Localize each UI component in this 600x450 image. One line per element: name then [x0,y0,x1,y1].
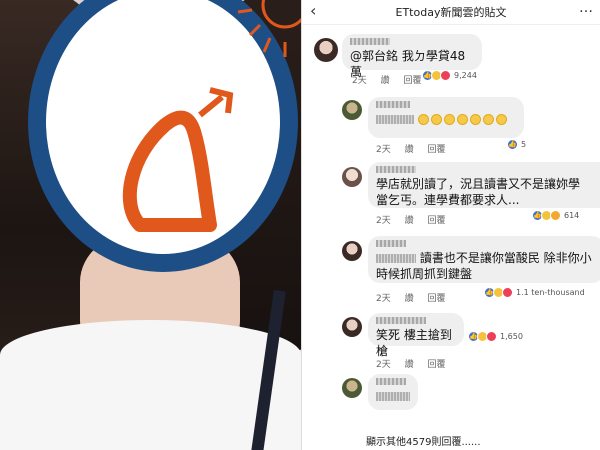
reaction-count: 9,244 [454,71,477,80]
like-link[interactable]: 讚 [405,360,414,370]
reactions[interactable]: 👍 1,650 [468,331,523,342]
comment-text-line2: 當乞丐。連學費都要求人... [376,193,520,207]
commenter-name[interactable] [376,166,600,176]
wow-icon [550,210,561,221]
reactions[interactable]: 👍 5 [507,139,526,150]
reactions[interactable]: 👍 614 [532,210,579,221]
comment-meta: 2天 讚 回覆 [376,142,457,155]
sketch-arrow-line [198,94,224,118]
commenter-name[interactable] [376,101,516,111]
reaction-count: 1.1 ten-thousand [516,288,585,297]
comment-bubble [368,97,524,138]
like-link[interactable]: 讚 [381,76,390,86]
comment-text [376,388,410,404]
avatar[interactable] [342,167,362,187]
timestamp: 2天 [352,76,367,86]
timestamp: 2天 [376,145,391,155]
avatar[interactable] [342,100,362,120]
reaction-count: 614 [564,211,580,220]
comment-text-line2: 時候抓周抓到鍵盤 [376,267,473,281]
reply-link[interactable]: 回覆 [428,145,446,155]
emoji-row [417,112,509,126]
love-icon [440,70,451,81]
timestamp: 2天 [376,360,391,370]
avatar[interactable] [342,317,362,337]
comment-meta: 2天 讚 回覆 [376,357,457,370]
comment-meta: 2天 讚 回覆 [376,213,457,226]
top-bar: ‹ ETtoday新聞雲的貼文 … [302,0,600,25]
comment-text-line1: 學店就別讀了，況且讀書又不是讓妳學 [376,177,581,191]
show-more-replies-link[interactable]: 顯示其他4579則回覆...... [366,433,481,448]
comment-text-line1: 讀書也不是讓你當酸民 除非你小 [376,250,596,266]
comment-bubble: 學店就別讀了，況且讀書又不是讓妳學 當乞丐。連學費都要求人... [368,162,600,208]
comment-bubble: @郭台銘 我ㄉ學貸48萬 [342,34,482,79]
reply-link[interactable]: 回覆 [428,294,446,304]
reply-link[interactable]: 回覆 [404,76,422,86]
timestamp: 2天 [376,216,391,226]
avatar[interactable] [314,38,338,62]
love-icon [502,287,513,298]
commenter-name[interactable] [376,378,410,388]
reply-link[interactable]: 回覆 [428,360,446,370]
reactions[interactable]: 👍 9,244 [422,70,477,81]
comment-meta: 2天 讚 回覆 [352,73,433,86]
comment-bubble: 笑死 樓主搶到槍 [368,313,464,358]
love-icon [486,331,497,342]
like-link[interactable]: 讚 [405,145,414,155]
post-photo[interactable] [0,0,301,450]
commenter-name[interactable] [350,38,474,48]
sketch-drawing [110,85,250,235]
like-icon: 👍 [507,139,518,150]
like-link[interactable]: 讚 [405,216,414,226]
more-options-icon[interactable]: … [579,0,594,16]
reactions[interactable]: 👍 1.1 ten-thousand [484,287,585,298]
sketch-shape [122,110,217,232]
comment-bubble [368,374,418,410]
reply-link[interactable]: 回覆 [428,216,446,226]
commenter-name[interactable] [376,240,596,250]
avatar[interactable] [342,241,362,261]
page-title: ETtoday新聞雲的貼文 [395,6,507,19]
comment-text: 笑死 樓主搶到槍 [376,328,452,358]
commenter-name[interactable] [376,317,456,327]
timestamp: 2天 [376,294,391,304]
comment-text [376,111,516,127]
sun-sticker [237,0,301,57]
comment-meta: 2天 讚 回覆 [376,291,457,304]
reaction-count: 1,650 [500,332,523,341]
comment-bubble: 讀書也不是讓你當酸民 除非你小 時候抓周抓到鍵盤 [368,236,600,283]
avatar[interactable] [342,378,362,398]
comments-panel: ‹ ETtoday新聞雲的貼文 … @郭台銘 我ㄉ學貸48萬 2天 讚 回覆 👍… [302,0,600,450]
reaction-count: 5 [521,140,527,149]
like-link[interactable]: 讚 [405,294,414,304]
